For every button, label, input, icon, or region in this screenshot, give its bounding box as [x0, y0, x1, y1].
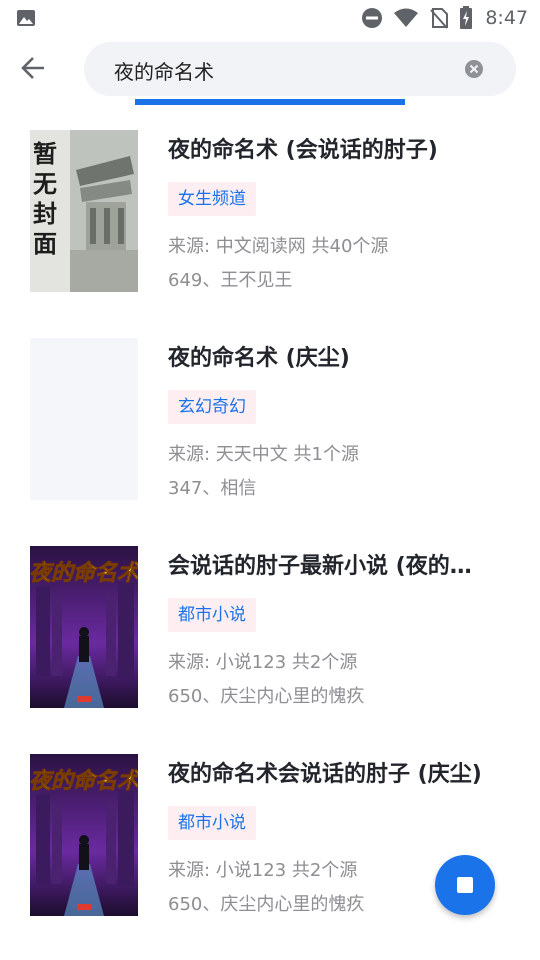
list-item[interactable]: 暂 无 封 面 夜的命名术 (会说话的肘子) 女生频道 来源: 中文阅读网 共4… [0, 110, 540, 318]
stop-icon [457, 877, 473, 893]
no-sim-icon [429, 7, 449, 29]
category-tag: 都市小说 [168, 806, 256, 840]
book-source: 来源: 小说123 共2个源 [168, 652, 358, 673]
search-query: 夜的命名术 [114, 60, 214, 84]
book-cover: 夜的命名术 [30, 546, 138, 708]
cover-text-char: 封 [33, 200, 57, 228]
book-cover: 夜的命名术 [30, 754, 138, 916]
cover-title-text: 夜的命名术 [30, 768, 138, 794]
latest-chapter: 347、相信 [168, 478, 257, 499]
book-title: 夜的命名术 (会说话的肘子) [168, 138, 438, 163]
book-title: 夜的命名术 (庆尘) [168, 346, 350, 371]
category-tag: 都市小说 [168, 598, 256, 632]
book-cover: 暂 无 封 面 [30, 130, 138, 292]
list-item[interactable]: 夜的命名术 会说话的肘子最新小说 (夜的… 都市小说 来源: 小说123 共2个… [0, 526, 540, 734]
arrow-back-icon [20, 56, 46, 84]
book-title: 会说话的肘子最新小说 (夜的… [168, 554, 472, 579]
clear-circle-icon [464, 60, 484, 83]
search-input[interactable]: 夜的命名术 [84, 42, 516, 96]
book-source: 来源: 中文阅读网 共40个源 [168, 236, 389, 257]
search-progress-bar [135, 99, 405, 105]
list-item[interactable]: 夜的命名术 (庆尘) 玄幻奇幻 来源: 天天中文 共1个源 347、相信 [0, 318, 540, 526]
category-tag: 玄幻奇幻 [168, 390, 256, 424]
wifi-icon [393, 7, 419, 29]
battery-charging-icon [459, 6, 473, 30]
status-bar: 8:47 [0, 0, 540, 36]
latest-chapter: 650、庆尘内心里的愧疚 [168, 894, 365, 915]
search-result-list: 暂 无 封 面 夜的命名术 (会说话的肘子) 女生频道 来源: 中文阅读网 共4… [0, 110, 540, 942]
status-time: 8:47 [485, 7, 528, 29]
book-source: 来源: 天天中文 共1个源 [168, 444, 359, 465]
image-icon [16, 9, 36, 27]
book-source: 来源: 小说123 共2个源 [168, 860, 358, 881]
book-cover-empty [30, 338, 138, 500]
cover-title-text: 夜的命名术 [30, 560, 138, 586]
book-title: 夜的命名术会说话的肘子 (庆尘) [168, 762, 482, 787]
cover-text-char: 面 [33, 230, 57, 258]
cover-text-char: 无 [33, 170, 57, 198]
cover-text-char: 暂 [33, 140, 57, 168]
latest-chapter: 649、王不见王 [168, 270, 293, 291]
stop-search-button[interactable] [435, 855, 495, 915]
back-button[interactable] [20, 52, 64, 88]
do-not-disturb-icon [361, 7, 383, 29]
search-header: 夜的命名术 [0, 36, 540, 106]
clear-search-button[interactable] [464, 59, 484, 79]
category-tag: 女生频道 [168, 182, 256, 216]
latest-chapter: 650、庆尘内心里的愧疚 [168, 686, 365, 707]
